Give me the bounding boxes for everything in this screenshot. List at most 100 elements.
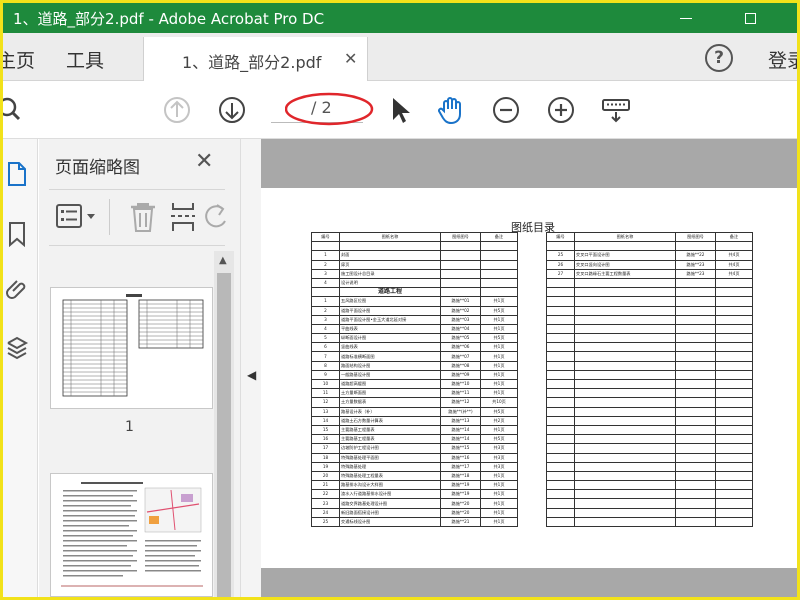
- table-cell: 路施**10: [440, 378, 481, 390]
- table-cell: 路基设计表（补）: [339, 406, 441, 417]
- thumbnail-options-icon[interactable]: [55, 201, 99, 233]
- table-row-empty: [546, 287, 753, 298]
- table-row: 19 特殊路基处理 路施**17 共3页: [311, 461, 518, 472]
- table-cell: 共1页: [480, 388, 518, 399]
- table-row-empty: [546, 406, 753, 417]
- table-header-cell: 图纸名称: [339, 231, 441, 243]
- table-cell: 渣水入行道路基排水设计图: [339, 489, 441, 500]
- table-cell: [311, 241, 340, 252]
- table-row: 23 道路交界路基处理设计图 路施**20 共1页: [311, 498, 518, 509]
- table-cell: 路施**08: [440, 360, 481, 371]
- table-cell: 9: [311, 369, 340, 381]
- table-cell: 道路平面设计图•金玉大道北延对接: [339, 314, 441, 325]
- table-cell: 主要路基工程量表: [339, 424, 441, 436]
- drawing-index-table-left: 编号 图纸名称 图纸图号 备注 1 封面 2 扉页 3 施工图设计总目录 4 设计说明 道路工程 1 五风路…: [311, 231, 518, 528]
- table-cell: 共5页: [480, 406, 518, 417]
- layers-icon[interactable]: [5, 335, 29, 361]
- table-row: 2 扉页: [311, 259, 518, 270]
- table-row: 10 道路超高缓图 路施**10 共1页: [311, 378, 518, 390]
- table-cell: 共1页: [480, 516, 518, 528]
- panel-collapse-strip: ◀: [240, 139, 261, 597]
- table-cell: 路施**04: [440, 323, 481, 335]
- table-cell: 路面结构设计图: [339, 360, 441, 371]
- table-cell: 路施**14: [440, 434, 481, 445]
- zoom-out-icon[interactable]: [490, 94, 522, 126]
- table-row: 18 特殊路基处理平面图 路施**16 共3页: [311, 452, 518, 463]
- table-cell: 共1页: [480, 369, 518, 381]
- document-tab[interactable]: 1、道路_部分2.pdf ✕: [143, 37, 368, 81]
- thumbnail-page-2[interactable]: [50, 473, 213, 597]
- collapse-panel-icon[interactable]: ◀: [247, 368, 256, 382]
- table-cell: 19: [311, 461, 340, 472]
- table-header-cell: 编号: [311, 231, 340, 243]
- minimize-button[interactable]: [663, 3, 709, 33]
- scroll-up-icon[interactable]: ▲: [219, 255, 227, 266]
- scrollbar-thumb[interactable]: [217, 273, 231, 597]
- close-tab-icon[interactable]: ✕: [344, 49, 357, 68]
- thumbnail-page-2-preview: [61, 482, 203, 587]
- table-cell: 26: [546, 259, 575, 270]
- table-row-empty: [546, 314, 753, 325]
- rotate-page-icon[interactable]: [205, 201, 227, 233]
- help-icon[interactable]: ?: [705, 44, 733, 72]
- tab-tools[interactable]: 工具: [66, 46, 104, 73]
- thumbnail-page-1[interactable]: [50, 287, 213, 409]
- table-row-empty: [546, 296, 753, 307]
- table-cell: 路施**03: [440, 314, 481, 325]
- bookmark-icon[interactable]: [5, 221, 29, 247]
- table-cell: 共5页: [480, 434, 518, 445]
- table-cell: 路施**05: [440, 333, 481, 344]
- arrow-up-circle-icon[interactable]: [161, 94, 193, 126]
- keyboard-icon[interactable]: [600, 94, 632, 126]
- table-cell: 路施**22: [675, 250, 716, 261]
- hand-icon[interactable]: [435, 94, 467, 126]
- maximize-button[interactable]: [727, 3, 773, 33]
- table-cell: 路施**06: [440, 342, 481, 353]
- search-icon[interactable]: [3, 94, 29, 126]
- table-cell: 土方量断面图: [339, 388, 441, 399]
- close-panel-icon[interactable]: ✕: [195, 149, 213, 174]
- panel-divider-2: [49, 245, 225, 246]
- table-row: 24 新旧路面搭接设计图 路施**20 共1页: [311, 507, 518, 518]
- table-row: [311, 241, 518, 252]
- table-cell: 13: [311, 406, 340, 417]
- table-row-empty: [546, 489, 753, 500]
- table-cell: 路基排水沟设计大样图: [339, 480, 441, 491]
- tab-home[interactable]: 主页: [3, 46, 35, 73]
- cursor-arrow-icon[interactable]: [385, 94, 417, 126]
- table-cell: 共1页: [480, 470, 518, 482]
- table-cell: 边坡防护工程设计图: [339, 443, 441, 454]
- table-header-cell: 图纸图号: [440, 231, 481, 243]
- insert-page-icon[interactable]: [169, 201, 197, 233]
- table-row-empty: [546, 305, 753, 316]
- page-thumbnails-icon[interactable]: [5, 161, 29, 187]
- thumbnail-scrollbar[interactable]: ▲: [214, 251, 234, 597]
- table-cell: 共1页: [480, 489, 518, 500]
- table-row-empty: [546, 470, 753, 482]
- table-row: [546, 241, 753, 252]
- table-cell: 共1页: [480, 360, 518, 371]
- table-cell: 路施**01: [440, 296, 481, 307]
- table-cell: 共1页: [480, 378, 518, 390]
- table-cell: 路施**07: [440, 351, 481, 362]
- table-row: 4 设计说明: [311, 277, 518, 289]
- table-header-row: 编号 图纸名称 图纸图号 备注: [546, 231, 753, 243]
- table-cell: 施工图设计总目录: [339, 268, 441, 279]
- page-number-field[interactable]: / 2: [271, 92, 374, 126]
- table-header-cell: 图纸图号: [675, 231, 716, 243]
- table-header-row: 编号 图纸名称 图纸图号 备注: [311, 231, 518, 243]
- table-cell: 道路标准横断面图: [339, 351, 441, 362]
- table-cell: 共4页: [715, 259, 753, 270]
- table-row-empty: [546, 369, 753, 381]
- delete-page-icon[interactable]: [127, 201, 159, 233]
- attachment-icon[interactable]: [5, 277, 29, 303]
- table-cell: 14: [311, 415, 340, 426]
- table-cell: [715, 241, 753, 252]
- arrow-down-circle-icon[interactable]: [216, 94, 248, 126]
- table-cell: 4: [311, 277, 340, 289]
- signin-link[interactable]: 登录: [768, 46, 797, 73]
- table-cell: 封面: [339, 250, 441, 261]
- zoom-in-icon[interactable]: [545, 94, 577, 126]
- document-view[interactable]: 图纸目录 编号 图纸名称 图纸图号 备注 1 封面 2 扉页 3 施工图设计总目录 4 设计说明 道路工…: [261, 139, 797, 597]
- table-cell: 新旧路面搭接设计图: [339, 507, 441, 518]
